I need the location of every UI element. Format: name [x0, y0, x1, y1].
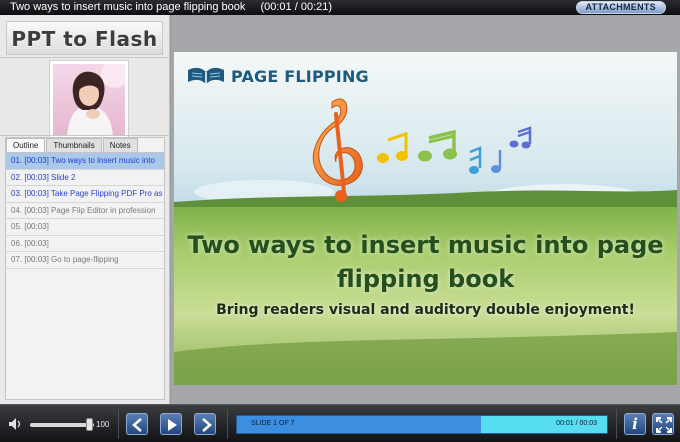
outline-item[interactable]: 04. [00:03] Page Flip Editor in professi…	[6, 203, 164, 219]
logo: PPT to Flash	[6, 21, 163, 55]
outline-item[interactable]: 02. [00:03] Slide 2	[6, 170, 164, 186]
attachments-button[interactable]: ATTACHMENTS	[575, 1, 666, 14]
volume-handle[interactable]	[85, 418, 93, 431]
prev-icon	[132, 418, 142, 432]
outline-panel: Outline Thumbnails Notes 01. [00:03] Two…	[5, 137, 165, 400]
volume-slider[interactable]	[30, 423, 94, 427]
tab-thumbnails[interactable]: Thumbnails	[46, 138, 102, 152]
play-icon	[168, 419, 177, 431]
panel-tabs: Outline Thumbnails Notes	[6, 138, 139, 152]
elapsed-time: (00:01 / 00:21)	[260, 1, 333, 13]
brand-logo: PAGE FLIPPING	[186, 66, 369, 86]
divider	[0, 135, 170, 136]
slide[interactable]: PAGE FLIPPING Two ways to insert music i…	[174, 52, 677, 385]
slide-title: Two ways to insert music into page flipp…	[187, 231, 664, 293]
fullscreen-button[interactable]	[652, 413, 674, 435]
fullscreen-icon	[656, 417, 672, 433]
sidebar: PPT to Flash Outline Thumbnails Notes 01…	[0, 15, 170, 404]
brand-name: PAGE FLIPPING	[231, 66, 369, 86]
title-bar: Two ways to insert music into page flipp…	[0, 0, 680, 15]
avatar	[49, 60, 129, 140]
timecode: 00:01 / 00:03	[556, 420, 597, 427]
tab-notes[interactable]: Notes	[102, 138, 138, 152]
presentation-title: Two ways to insert music into page flipp…	[10, 1, 246, 13]
info-icon: i	[632, 415, 638, 433]
outline-list: 01. [00:03] Two ways to insert music int…	[6, 152, 164, 269]
tab-outline[interactable]: Outline	[6, 138, 46, 152]
outline-item[interactable]: 05. [00:03]	[6, 219, 164, 236]
next-icon	[202, 418, 212, 432]
volume-value: 100	[96, 420, 110, 429]
prev-button[interactable]	[126, 413, 148, 435]
next-button[interactable]	[194, 413, 216, 435]
outline-item[interactable]: 06. [00:03]	[6, 236, 164, 252]
info-button[interactable]: i	[624, 413, 646, 435]
divider	[616, 409, 617, 439]
divider	[118, 409, 119, 439]
outline-item[interactable]: 03. [00:03] Take Page Flipping PDF Pro a…	[6, 186, 164, 203]
play-button[interactable]	[160, 413, 182, 435]
divider	[0, 57, 170, 58]
speaker-icon[interactable]	[8, 417, 22, 431]
outline-item[interactable]: 01. [00:03] Two ways to insert music int…	[6, 153, 164, 170]
slide-counter: SLIDE 1 OF 7	[251, 420, 295, 427]
slide-subtitle: Bring readers visual and auditory double…	[216, 302, 635, 318]
slide-stage: PAGE FLIPPING Two ways to insert music i…	[171, 15, 680, 404]
book-icon	[188, 67, 224, 84]
presenter-photo	[53, 64, 125, 136]
progress-bar[interactable]: SLIDE 1 OF 7 00:01 / 00:03	[236, 415, 608, 434]
control-bar: 100 SLIDE 1 OF 7 00:01 / 00:03 i	[0, 404, 680, 442]
divider	[227, 409, 228, 439]
outline-item[interactable]: 07. [00:03] Go to page-flipping	[6, 252, 164, 269]
logo-text: PPT to Flash	[11, 27, 158, 51]
slide-background	[174, 52, 677, 385]
